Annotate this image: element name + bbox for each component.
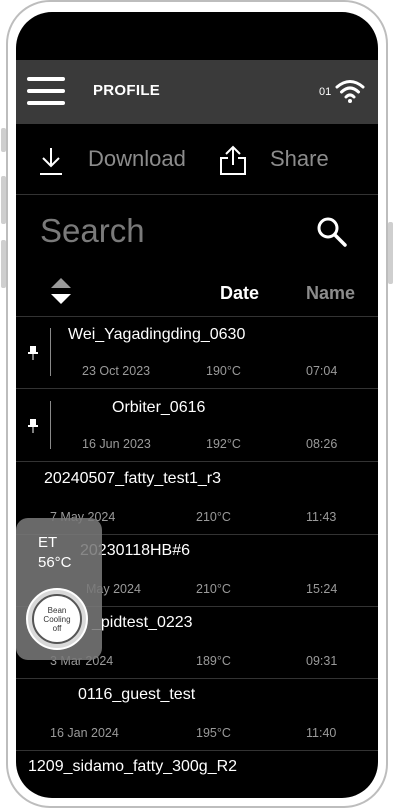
profile-name: 1209_sidamo_fatty_300g_R2 bbox=[28, 758, 238, 775]
side-button-power bbox=[388, 222, 393, 284]
profile-temp: 190°C bbox=[206, 364, 241, 378]
bean-cooling-button[interactable]: Bean Cooling off bbox=[26, 588, 88, 650]
profile-temp: 210°C bbox=[196, 582, 231, 596]
search-bar[interactable]: Search bbox=[16, 195, 378, 265]
sort-by-name[interactable]: Name bbox=[306, 283, 355, 304]
profile-temp: 189°C bbox=[196, 654, 231, 668]
share-icon[interactable] bbox=[219, 144, 247, 176]
share-button[interactable]: Share bbox=[270, 146, 329, 172]
search-icon[interactable] bbox=[316, 216, 348, 248]
side-button-volume-down bbox=[1, 240, 6, 288]
profile-temp: 195°C bbox=[196, 726, 231, 740]
profile-duration: 08:26 bbox=[306, 437, 338, 451]
sort-header: Date Name bbox=[16, 268, 378, 317]
bean-cooling-line3: off bbox=[52, 624, 62, 633]
et-value: 56°C bbox=[38, 554, 72, 571]
action-bar: Download Share bbox=[16, 124, 378, 195]
profile-name: Orbiter_0616 bbox=[112, 399, 206, 416]
profile-duration: 11:40 bbox=[306, 726, 337, 740]
bean-cooling-line1: Bean bbox=[47, 606, 67, 615]
profile-date: 23 Oct 2023 bbox=[82, 364, 151, 378]
profile-duration: 11:43 bbox=[306, 510, 337, 524]
pin-divider bbox=[50, 328, 51, 376]
profile-name: 0116_guest_test bbox=[78, 686, 196, 703]
pin-icon[interactable] bbox=[28, 419, 38, 433]
top-bar: PROFILE 01 bbox=[16, 60, 378, 124]
profile-name: Wei_Yagadingding_0630 bbox=[68, 326, 246, 343]
profile-row[interactable]: 1209_sidamo_fatty_300g_R2 bbox=[16, 750, 378, 798]
profile-row[interactable]: 0116_guest_test 16 Jan 2024 195°C 11:40 bbox=[16, 678, 378, 751]
profile-temp: 192°C bbox=[206, 437, 241, 451]
profile-duration: 15:24 bbox=[306, 582, 338, 596]
bean-cooling-line2: Cooling bbox=[43, 615, 71, 624]
et-panel: ET 56°C Bean Cooling off bbox=[16, 518, 102, 660]
profile-temp: 210°C bbox=[196, 510, 231, 524]
profile-duration: 07:04 bbox=[306, 364, 338, 378]
profile-duration: 09:31 bbox=[306, 654, 338, 668]
profile-row[interactable]: Orbiter_0616 16 Jun 2023 192°C 08:26 bbox=[16, 389, 378, 462]
side-button-volume-up bbox=[1, 176, 6, 224]
profile-row[interactable]: Wei_Yagadingding_0630 23 Oct 2023 190°C … bbox=[16, 316, 378, 389]
bean-cooling-inner: Bean Cooling off bbox=[32, 594, 82, 644]
signal-number: 01 bbox=[319, 86, 332, 98]
pin-icon[interactable] bbox=[28, 346, 38, 360]
profile-name: 20240507_fatty_test1_r3 bbox=[44, 470, 222, 487]
pin-divider bbox=[50, 401, 51, 449]
search-input[interactable]: Search bbox=[40, 212, 145, 250]
profile-name: _pidtest_0223 bbox=[92, 614, 193, 631]
et-label: ET bbox=[38, 534, 58, 551]
sort-by-date[interactable]: Date bbox=[220, 283, 259, 304]
profile-date: 16 Jan 2024 bbox=[50, 726, 119, 740]
page-title: PROFILE bbox=[93, 82, 161, 99]
side-button-mute bbox=[1, 128, 6, 152]
download-icon[interactable] bbox=[38, 146, 64, 176]
wifi-icon bbox=[335, 80, 365, 103]
app-screen: PROFILE 01 Download Share Search Date Na… bbox=[16, 12, 378, 798]
download-button[interactable]: Download bbox=[88, 146, 186, 172]
sort-icon[interactable] bbox=[50, 276, 72, 306]
menu-icon[interactable] bbox=[27, 77, 65, 107]
profile-date: 16 Jun 2023 bbox=[82, 437, 151, 451]
